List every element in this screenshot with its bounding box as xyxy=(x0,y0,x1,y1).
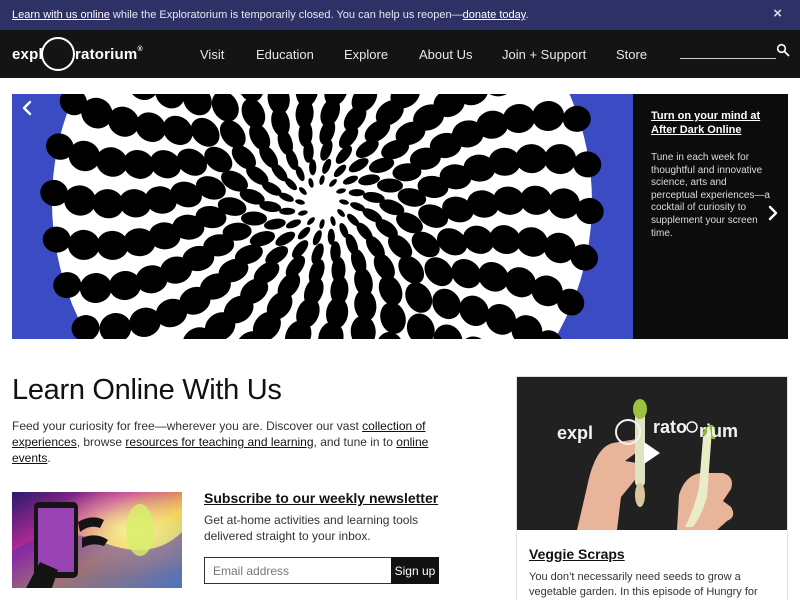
newsletter-image xyxy=(12,492,182,588)
learn-text-2: , browse xyxy=(76,434,126,449)
site-header: expl ratorium® Visit Education Explore A… xyxy=(0,30,800,78)
learn-online-description: Feed your curiosity for free—wherever yo… xyxy=(12,419,432,466)
search-underline xyxy=(680,58,776,59)
chevron-left-icon[interactable] xyxy=(17,94,37,122)
video-card-title-link[interactable]: Veggie Scraps xyxy=(529,546,625,562)
hero-panel: Turn on your mind at After Dark Online T… xyxy=(633,94,788,339)
spiral-dot xyxy=(279,207,296,215)
exploratorium-logo[interactable]: expl ratorium® xyxy=(12,36,143,72)
logo-text-right-word: ratorium xyxy=(75,46,138,63)
spiral-dot xyxy=(348,189,365,197)
search-icon[interactable] xyxy=(776,43,790,57)
nav-explore[interactable]: Explore xyxy=(344,47,388,62)
phone-photo-illustration xyxy=(12,492,182,588)
hero-description: Tune in each week for thoughtful and inn… xyxy=(651,152,770,239)
nav-store[interactable]: Store xyxy=(616,47,647,62)
logo-text-left: expl xyxy=(12,46,43,63)
logo-ring-icon xyxy=(41,37,75,71)
chevron-right-icon[interactable] xyxy=(763,199,783,227)
announcement-text-end: . xyxy=(525,9,529,21)
play-icon[interactable] xyxy=(643,441,661,465)
donate-link[interactable]: donate today xyxy=(463,9,526,21)
announcement-text: while the Exploratorium is temporarily c… xyxy=(109,9,463,21)
nav-visit[interactable]: Visit xyxy=(200,47,224,62)
learn-text-1: Feed your curiosity for free—wherever yo… xyxy=(12,419,363,433)
video-logo-mid: rato xyxy=(653,417,687,437)
nav-join-support[interactable]: Join + Support xyxy=(502,47,586,62)
video-logo-right: rium xyxy=(699,421,738,441)
dot-spiral-illustration xyxy=(40,94,604,339)
resources-link[interactable]: resources for teaching and learning xyxy=(125,435,313,449)
nav-about-us[interactable]: About Us xyxy=(419,47,472,62)
logo-registered-mark: ® xyxy=(137,46,143,53)
close-icon[interactable]: × xyxy=(773,5,782,22)
video-card: expl rato rium Veggie Scraps You don’t n… xyxy=(516,376,788,600)
learn-online-heading: Learn Online With Us xyxy=(12,374,282,406)
learn-text-3: , and tune in to xyxy=(313,434,397,449)
video-player[interactable]: expl rato rium xyxy=(517,377,787,530)
hero-carousel: Turn on your mind at After Dark Online T… xyxy=(12,94,788,339)
email-field[interactable] xyxy=(204,557,392,584)
logo-text-right: ratorium® xyxy=(75,46,143,63)
newsletter-description: Get at-home activities and learning tool… xyxy=(204,513,419,543)
learn-text-4: . xyxy=(47,450,51,465)
sign-up-button[interactable]: Sign up xyxy=(391,557,439,584)
announcement-message: Learn with us online while the Explorato… xyxy=(12,9,529,21)
search-input[interactable] xyxy=(680,42,776,58)
hero-title-link[interactable]: Turn on your mind at After Dark Online xyxy=(651,109,776,137)
hero-image[interactable] xyxy=(12,94,633,339)
learn-online-link[interactable]: Learn with us online xyxy=(12,9,110,21)
video-logo-left: expl xyxy=(557,423,593,443)
nav-education[interactable]: Education xyxy=(256,47,314,62)
video-card-description: You don’t necessarily need seeds to grow… xyxy=(529,571,758,598)
newsletter-title-link[interactable]: Subscribe to our weekly newsletter xyxy=(204,490,438,506)
announcement-bar: Learn with us online while the Explorato… xyxy=(0,0,800,30)
